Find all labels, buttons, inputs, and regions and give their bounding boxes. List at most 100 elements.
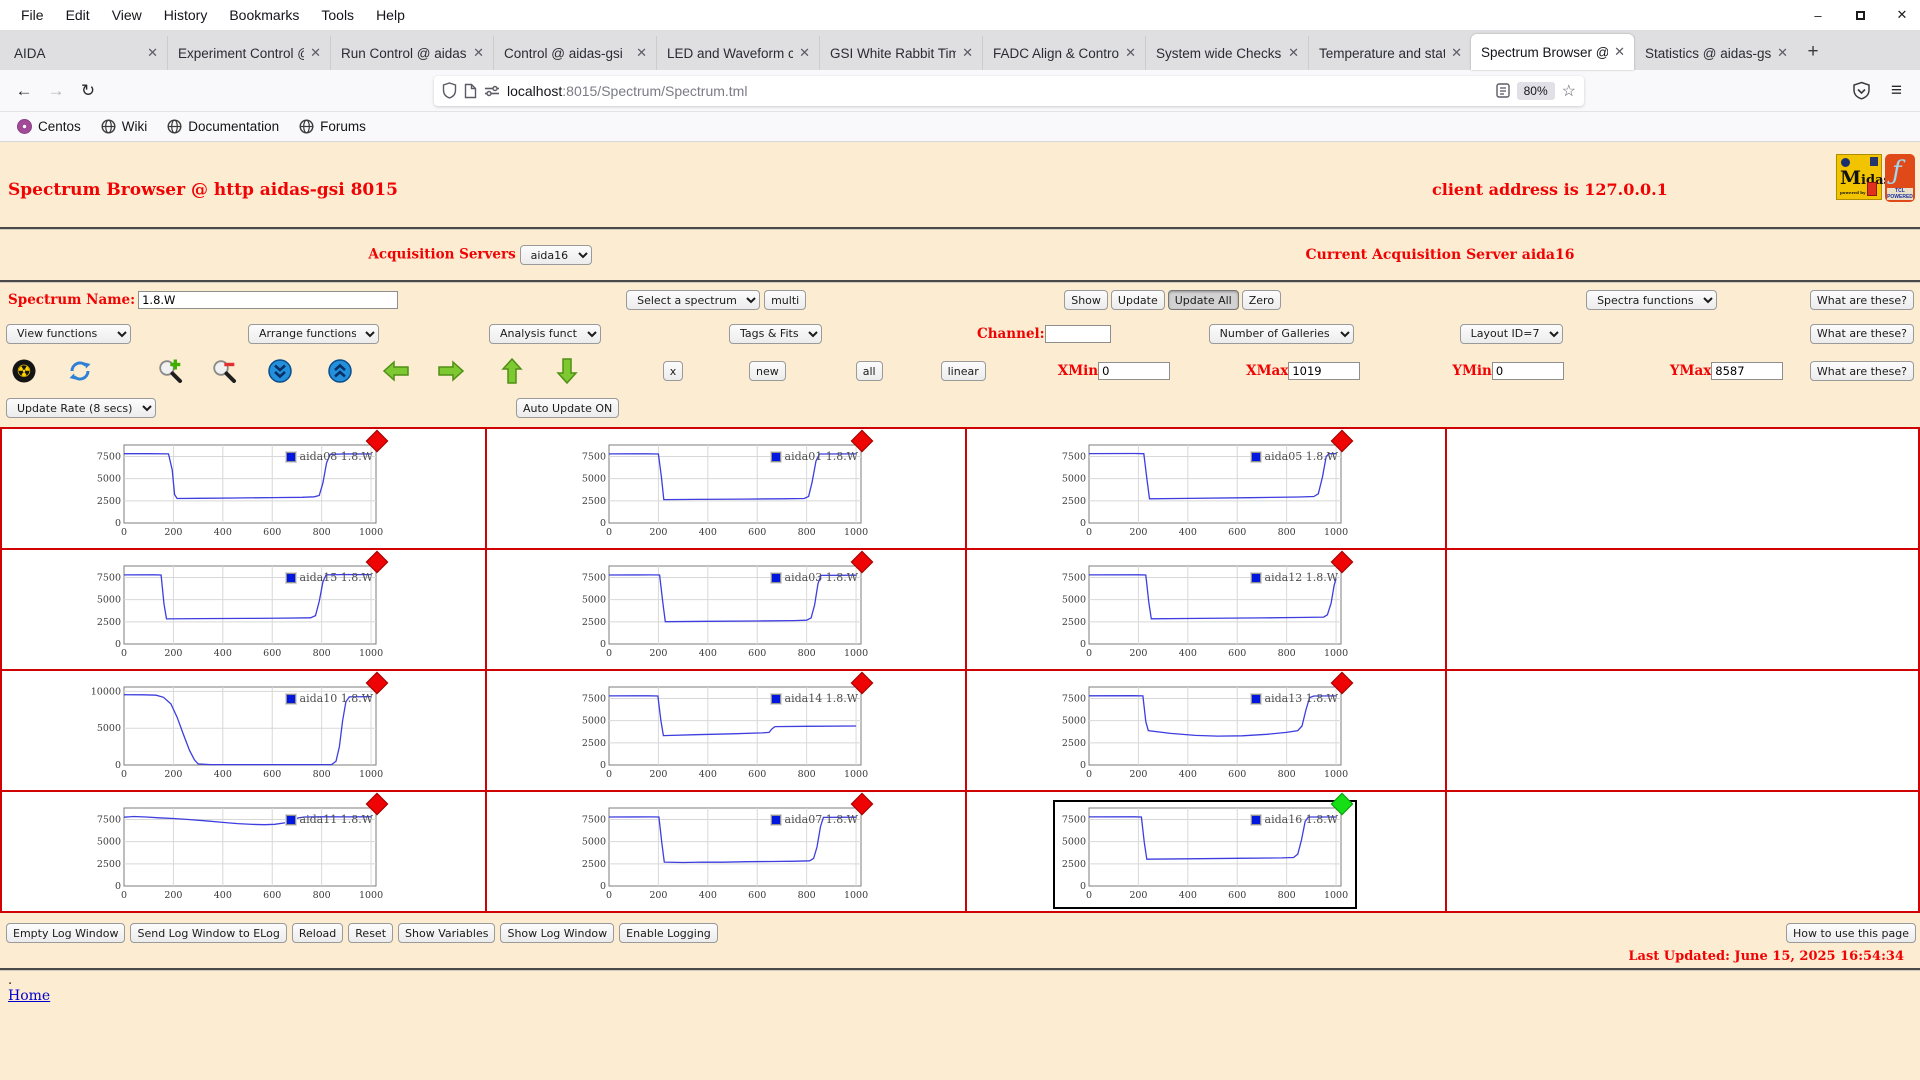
ymin-input[interactable]: [1491, 362, 1564, 380]
linear-button[interactable]: linear: [940, 361, 986, 381]
tab-spectrum-browser[interactable]: Spectrum Browser @ ✕: [1471, 34, 1634, 70]
radiation-icon[interactable]: ☢: [10, 357, 38, 385]
tab-close-icon[interactable]: ✕: [634, 45, 649, 61]
tab-close-icon[interactable]: ✕: [797, 45, 812, 61]
spectrum-chart-aida10[interactable]: 0 5000 10000 0 200 400 600 800 1000 aida10 1.8.W: [90, 671, 390, 786]
tab-experiment-control[interactable]: Experiment Control @ ✕: [167, 36, 330, 70]
arrow-down-icon[interactable]: [553, 357, 581, 385]
number-of-galleries-dropdown[interactable]: Number of Galleries: [1208, 323, 1354, 344]
show-button[interactable]: Show: [1064, 290, 1108, 310]
channel-input[interactable]: [1044, 324, 1111, 343]
zoom-out-icon[interactable]: [210, 357, 238, 385]
forward-button[interactable]: →: [40, 76, 72, 106]
how-to-use-button[interactable]: How to use this page: [1785, 923, 1916, 943]
tab-close-icon[interactable]: ✕: [1612, 44, 1627, 60]
tab-system-wide-checks[interactable]: System wide Checks ✕: [1145, 36, 1308, 70]
spectrum-chart-aida03[interactable]: 0 2500 5000 7500 0 200 400 600 800 1000 aida03 1.8…: [575, 550, 875, 665]
spectrum-chart-aida05[interactable]: 0 2500 5000 7500 0 200 400 600 800 1000 aida05 1.8…: [1055, 429, 1355, 544]
what-are-these-button[interactable]: What are these?: [1809, 323, 1914, 344]
menu-bookmarks[interactable]: Bookmarks: [218, 3, 310, 27]
update-all-button[interactable]: Update All: [1167, 290, 1239, 310]
tab-led-and-waveform-c[interactable]: LED and Waveform c ✕: [656, 36, 819, 70]
bookmark-centos[interactable]: Centos: [10, 116, 88, 137]
xmax-input[interactable]: [1288, 362, 1361, 380]
auto-update-button[interactable]: Auto Update ON: [516, 398, 620, 418]
empty-log-window-button[interactable]: Empty Log Window: [6, 923, 126, 943]
menu-history[interactable]: History: [153, 3, 219, 27]
xmin-input[interactable]: [1098, 362, 1171, 380]
restore-button[interactable]: [1852, 8, 1868, 23]
bookmark-documentation[interactable]: Documentation: [160, 116, 286, 137]
tab-gsi-white-rabbit-tim[interactable]: GSI White Rabbit Tim ✕: [819, 36, 982, 70]
new-button[interactable]: new: [749, 361, 786, 381]
minimize-button[interactable]: –: [1810, 8, 1826, 23]
spectrum-chart-aida08[interactable]: 0 2500 5000 7500 0 200 400 600 800 1000 aida08 1.8…: [90, 429, 390, 544]
menu-tools[interactable]: Tools: [310, 3, 365, 27]
account-shield-icon[interactable]: [1852, 81, 1871, 100]
reader-view-icon[interactable]: [1495, 83, 1510, 98]
close-button[interactable]: ✕: [1894, 7, 1910, 23]
tab-control-aidas-gsi[interactable]: Control @ aidas-gsi ✕: [493, 36, 656, 70]
show-log-window-button[interactable]: Show Log Window: [500, 923, 615, 943]
tab-close-icon[interactable]: ✕: [1449, 45, 1464, 61]
tab-close-icon[interactable]: ✕: [1286, 45, 1301, 61]
tab-statistics-aidas-gsi[interactable]: Statistics @ aidas-gsi ✕: [1634, 36, 1797, 70]
spectrum-chart-aida07[interactable]: 0 2500 5000 7500 0 200 400 600 800 1000 aida07 1.8…: [575, 792, 875, 907]
tab-fadc-align-contro[interactable]: FADC Align & Contro ✕: [982, 36, 1145, 70]
send-log-window-to-elog-button[interactable]: Send Log Window to ELog: [130, 923, 287, 943]
zero-button[interactable]: Zero: [1241, 290, 1282, 310]
what-are-these-button[interactable]: What are these?: [1809, 290, 1914, 310]
expand-y-icon[interactable]: [326, 357, 354, 385]
spectra-functions-dropdown[interactable]: Spectra functions: [1586, 290, 1718, 310]
ymax-input[interactable]: [1711, 362, 1784, 380]
reset-button[interactable]: Reset: [348, 923, 394, 943]
tags-fits-dropdown[interactable]: Tags & Fits: [729, 323, 822, 344]
menu-file[interactable]: File: [10, 3, 55, 27]
show-variables-button[interactable]: Show Variables: [398, 923, 496, 943]
spectrum-chart-aida11[interactable]: 0 2500 5000 7500 0 200 400 600 800 1000 aida11 1.8…: [90, 792, 390, 907]
tab-run-control-aidas[interactable]: Run Control @ aidas- ✕: [330, 36, 493, 70]
acquisition-server-select[interactable]: aida16: [519, 245, 592, 265]
bookmark-forums[interactable]: Forums: [292, 116, 373, 137]
tab-close-icon[interactable]: ✕: [308, 45, 323, 61]
spectrum-chart-aida16[interactable]: 0 2500 5000 7500 0 200 400 600 800 1000 aida16 1.8…: [1053, 792, 1357, 909]
tab-close-icon[interactable]: ✕: [1775, 45, 1790, 61]
arrow-left-icon[interactable]: [382, 357, 410, 385]
view-functions-dropdown[interactable]: View functions: [6, 323, 131, 344]
menu-view[interactable]: View: [101, 3, 153, 27]
reload-button[interactable]: ↻: [72, 76, 104, 106]
spectrum-chart-aida14[interactable]: 0 2500 5000 7500 0 200 400 600 800 1000 aida14 1.8…: [575, 671, 875, 786]
zoom-in-icon[interactable]: [156, 357, 184, 385]
tab-close-icon[interactable]: ✕: [1123, 45, 1138, 61]
menu-hamburger-icon[interactable]: ≡: [1891, 80, 1902, 102]
shrink-y-icon[interactable]: [266, 357, 294, 385]
tab-temperature-and-stat[interactable]: Temperature and stat ✕: [1308, 36, 1471, 70]
bookmark-star-icon[interactable]: ☆: [1562, 81, 1576, 101]
refresh-icon[interactable]: [66, 357, 94, 385]
enable-logging-button[interactable]: Enable Logging: [619, 923, 718, 943]
update-rate-dropdown[interactable]: Update Rate (8 secs): [6, 398, 156, 418]
menu-help[interactable]: Help: [365, 3, 416, 27]
spectrum-chart-aida13[interactable]: 0 2500 5000 7500 0 200 400 600 800 1000 aida13 1.8…: [1055, 671, 1355, 786]
what-are-these-button[interactable]: What are these?: [1809, 361, 1914, 381]
all-button[interactable]: all: [855, 361, 883, 381]
home-link[interactable]: Home: [8, 988, 50, 1004]
update-button[interactable]: Update: [1110, 290, 1165, 310]
arrange-functions-dropdown[interactable]: Arrange functions: [248, 323, 379, 344]
tab-close-icon[interactable]: ✕: [960, 45, 975, 61]
multi-button[interactable]: multi: [764, 290, 807, 310]
menu-edit[interactable]: Edit: [55, 3, 101, 27]
back-button[interactable]: ←: [8, 76, 40, 106]
select-spectrum-dropdown[interactable]: Select a spectrum: [626, 290, 761, 310]
reload-button[interactable]: Reload: [291, 923, 344, 943]
new-tab-button[interactable]: +: [1797, 36, 1829, 68]
url-bar[interactable]: localhost:8015/Spectrum/Spectrum.tml 80%…: [434, 75, 1584, 106]
spectrum-chart-aida01[interactable]: 0 2500 5000 7500 0 200 400 600 800 1000 aida01 1.8…: [575, 429, 875, 544]
zoom-level-badge[interactable]: 80%: [1516, 81, 1555, 100]
bookmark-wiki[interactable]: Wiki: [94, 116, 155, 137]
tab-close-icon[interactable]: ✕: [471, 45, 486, 61]
layout-id-dropdown[interactable]: Layout ID=7: [1459, 323, 1563, 344]
analysis-functions-dropdown[interactable]: Analysis functions: [489, 323, 601, 344]
spectrum-chart-aida12[interactable]: 0 2500 5000 7500 0 200 400 600 800 1000 aida12 1.8…: [1055, 550, 1355, 665]
x-axis-button[interactable]: x: [663, 361, 683, 381]
